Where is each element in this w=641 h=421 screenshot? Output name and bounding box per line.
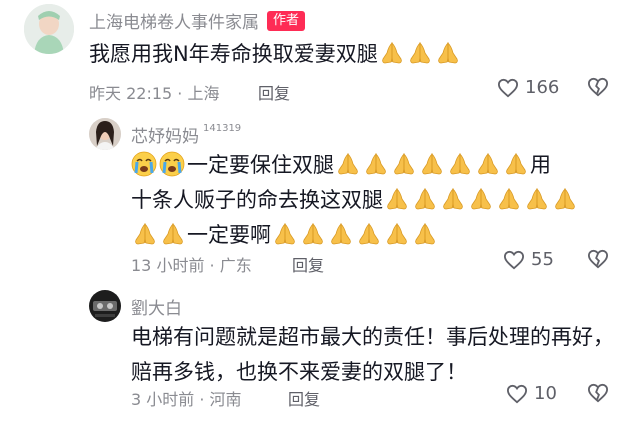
avatar[interactable] (24, 4, 74, 54)
username[interactable]: 芯妤妈妈 (131, 122, 199, 147)
comment-3: 劉大白 电梯有问题就是超市最大的责任！事后处理的再好，赔再多钱，也换不来爱妻的双… (0, 284, 641, 421)
username-row: 上海电梯卷人事件家属 作者 (89, 8, 306, 33)
like-count: 55 (531, 249, 554, 270)
username[interactable]: 劉大白 (131, 294, 182, 319)
comment-2: 芯妤妈妈 141319 一定要保住双腿用十条人贩子的命去换这双腿 一定要啊 13 … (0, 112, 641, 280)
pray-emoji-icon (524, 187, 550, 211)
avatar[interactable] (89, 290, 121, 322)
crying-face-emoji-icon (159, 151, 185, 177)
time-location: 昨天 22:15 · 上海 (89, 84, 220, 103)
comment-text: 电梯有问题就是超市最大的责任！事后处理的再好，赔再多钱，也换不来爱妻的双腿了！ (131, 325, 614, 384)
like-count: 10 (534, 383, 557, 404)
pray-emoji-icon (503, 152, 529, 176)
comment-1: 上海电梯卷人事件家属 作者 我愿用我N年寿命换取爱妻双腿 昨天 22:15 · … (0, 0, 641, 110)
dislike-button[interactable] (587, 249, 609, 273)
pray-emoji-icon (447, 152, 473, 176)
time-location: 3 小时前 · 河南 (131, 390, 242, 409)
pray-emoji-icon (468, 187, 494, 211)
broken-heart-icon (587, 249, 609, 269)
dislike-button[interactable] (587, 77, 609, 101)
pray-emoji-icon (132, 222, 158, 246)
username-row: 芯妤妈妈 141319 (131, 122, 241, 147)
like-button[interactable]: 55 (503, 249, 554, 270)
reply-button[interactable]: 回复 (258, 80, 290, 104)
pray-emoji-icon (412, 187, 438, 211)
broken-heart-icon (587, 77, 609, 97)
pray-emoji-icon (300, 222, 326, 246)
heart-outline-icon (497, 78, 519, 97)
like-button[interactable]: 10 (506, 383, 557, 404)
user-sup: 141319 (203, 123, 242, 134)
pray-emoji-icon (419, 152, 445, 176)
pray-emoji-icon (328, 222, 354, 246)
username-row: 劉大白 (131, 294, 182, 319)
pray-emoji-icon (435, 41, 461, 65)
author-badge: 作者 (267, 10, 306, 31)
baby-photo-icon (24, 4, 74, 54)
user-photo-icon (89, 290, 121, 322)
like-count: 166 (525, 77, 560, 98)
pray-emoji-icon (496, 187, 522, 211)
like-button[interactable]: 166 (497, 77, 559, 98)
heart-outline-icon (506, 384, 528, 403)
pray-emoji-icon (356, 222, 382, 246)
time-location: 13 小时前 · 广东 (131, 256, 252, 275)
pray-emoji-icon (379, 41, 405, 65)
pray-emoji-icon (440, 187, 466, 211)
pray-emoji-icon (552, 187, 578, 211)
pray-emoji-icon (407, 41, 433, 65)
pray-emoji-icon (335, 152, 361, 176)
reply-button[interactable]: 回复 (292, 252, 324, 276)
pray-emoji-icon (475, 152, 501, 176)
pray-emoji-icon (391, 152, 417, 176)
username[interactable]: 上海电梯卷人事件家属 (89, 8, 259, 33)
dislike-button[interactable] (587, 383, 609, 407)
pray-emoji-icon (363, 152, 389, 176)
reply-button[interactable]: 回复 (288, 386, 320, 410)
avatar[interactable] (89, 118, 121, 150)
pray-emoji-icon (272, 222, 298, 246)
comment-text: 一定要保住双腿用十条人贩子的命去换这双腿 一定要啊 (131, 148, 621, 253)
pray-emoji-icon (384, 222, 410, 246)
comment-text: 我愿用我N年寿命换取爱妻双腿 (89, 37, 609, 72)
pray-emoji-icon (384, 187, 410, 211)
pray-emoji-icon (160, 222, 186, 246)
crying-face-emoji-icon (131, 151, 157, 177)
user-photo-icon (89, 118, 121, 150)
broken-heart-icon (587, 383, 609, 403)
heart-outline-icon (503, 250, 525, 269)
pray-emoji-icon (412, 222, 438, 246)
